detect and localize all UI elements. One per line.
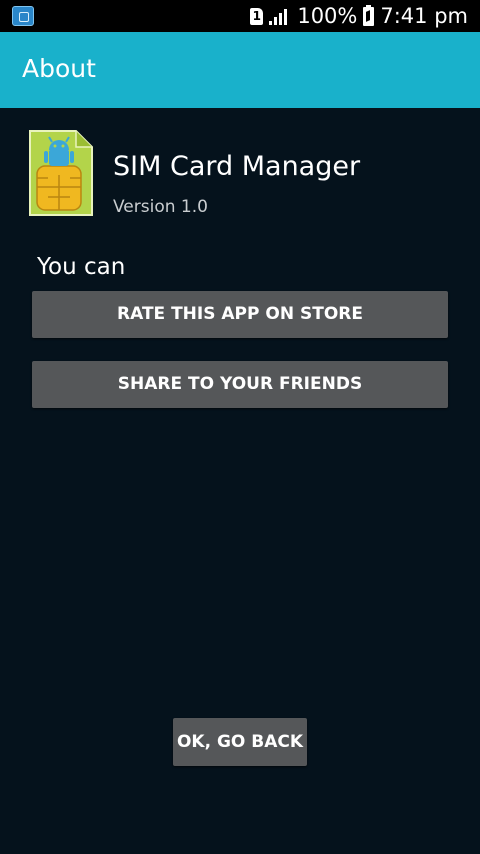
go-back-button[interactable]: OK, GO BACK <box>173 718 307 766</box>
app-version: Version 1.0 <box>113 197 208 217</box>
status-bar: 1 100% 7:41 pm <box>0 0 480 32</box>
notification-app-icon <box>12 6 34 26</box>
status-time: 7:41 pm <box>380 4 468 28</box>
rate-app-button[interactable]: RATE THIS APP ON STORE <box>32 291 448 338</box>
sim-slot-icon: 1 <box>250 7 264 25</box>
sim-card-android-icon <box>29 130 93 216</box>
share-friends-button[interactable]: SHARE TO YOUR FRIENDS <box>32 361 448 408</box>
signal-strength-icon <box>269 8 291 25</box>
battery-charging-icon <box>363 4 375 26</box>
app-bar: About <box>0 32 480 108</box>
battery-percent: 100% <box>297 4 358 28</box>
status-indicators: 1 100% 7:41 pm <box>250 0 468 32</box>
actions-heading: You can <box>37 254 126 280</box>
page-title: About <box>22 54 96 83</box>
app-name: SIM Card Manager <box>113 151 361 182</box>
